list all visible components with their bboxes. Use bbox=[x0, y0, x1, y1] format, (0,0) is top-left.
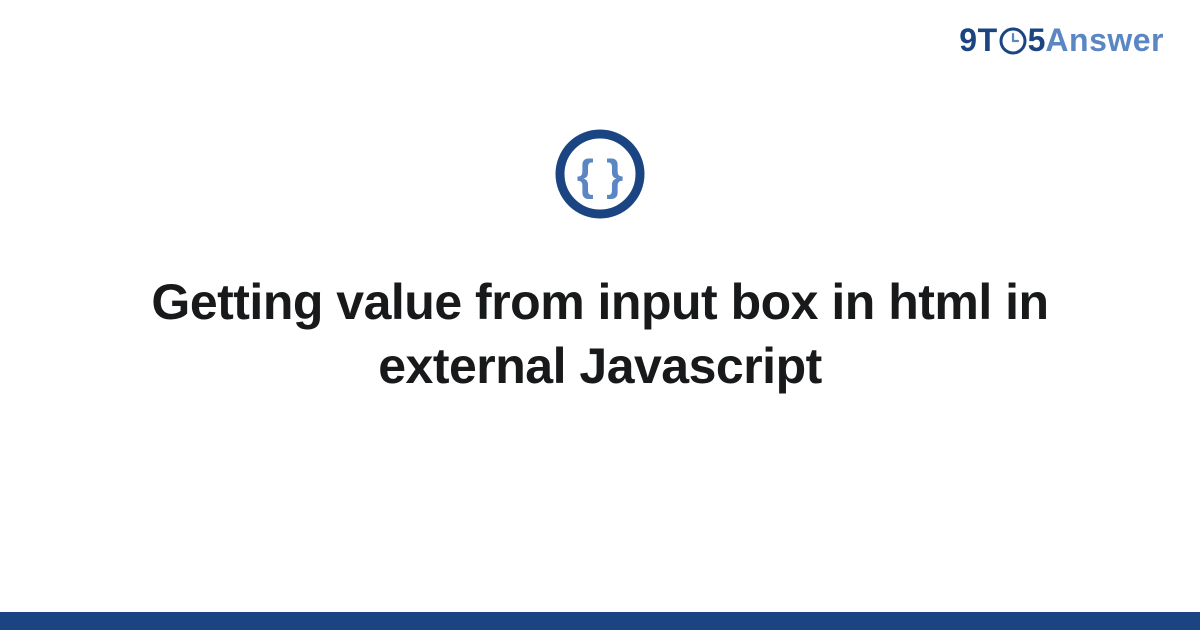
logo-text-9t: 9T bbox=[959, 22, 997, 59]
site-logo: 9T 5 Answer bbox=[959, 22, 1164, 59]
svg-text:{ }: { } bbox=[577, 151, 623, 200]
logo-text-5: 5 bbox=[1028, 22, 1046, 59]
logo-clock-icon bbox=[999, 27, 1027, 55]
footer-accent-bar bbox=[0, 612, 1200, 630]
page-title: Getting value from input box in html in … bbox=[90, 270, 1110, 398]
logo-text-answer: Answer bbox=[1045, 22, 1164, 59]
category-braces-icon: { } bbox=[554, 128, 646, 220]
main-content: { } Getting value from input box in html… bbox=[0, 128, 1200, 398]
